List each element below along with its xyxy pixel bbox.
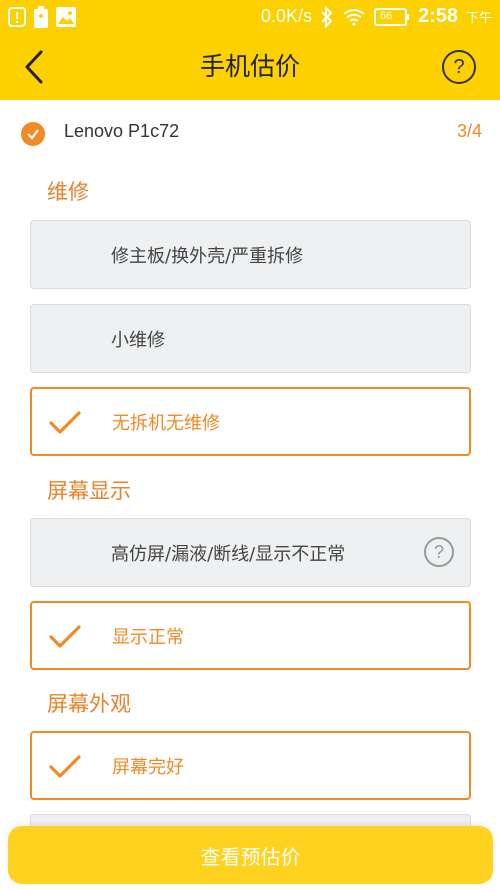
bluetooth-icon [320,5,334,28]
back-button[interactable] [16,47,52,87]
clock-ampm: 下午 [465,11,492,26]
option-label: 屏幕完好 [112,756,184,778]
check-circle-icon [21,122,45,146]
device-row: Lenovo P1c72 3/4 [0,100,500,166]
check-icon [49,411,81,434]
option-display-normal[interactable]: 显示正常 [30,601,471,670]
section-label-repair: 维修 [47,180,89,204]
check-icon [49,755,81,778]
question-icon: ? [453,55,465,78]
battery-charging-icon [34,5,48,28]
option-label: 小维修 [111,329,165,351]
battery-icon: 66 [373,7,410,26]
help-icon[interactable]: ? [424,537,454,567]
option-label: 无拆机无维修 [112,412,220,434]
option-no-repair[interactable]: 无拆机无维修 [30,387,471,456]
page-title: 手机估价 [199,52,300,81]
option-label: 显示正常 [112,626,184,648]
device-name: Lenovo P1c72 [64,121,180,141]
battery-level: 66 [379,9,393,22]
help-button[interactable]: ? [442,50,476,84]
check-icon [49,625,81,648]
option-major-repair[interactable]: 修主板/换外壳/严重拆修 [30,220,471,289]
status-bar: 0.0K/s 66 2:58 下午 [0,0,500,33]
option-screen-intact[interactable]: 屏幕完好 [30,731,471,800]
option-label: 修主板/换外壳/严重拆修 [111,245,304,267]
section-label-screen-appearance: 屏幕外观 [47,692,131,716]
view-estimate-button[interactable]: 查看预估价 [8,826,493,884]
section-label-screen-display: 屏幕显示 [47,479,131,503]
network-speed: 0.0K/s [260,6,312,26]
option-label: 高仿屏/漏液/断线/显示不正常 [111,543,346,565]
option-screen-faulty[interactable]: 高仿屏/漏液/断线/显示不正常 ? [30,518,471,587]
alert-notification-icon [8,6,26,27]
option-minor-repair[interactable]: 小维修 [30,304,471,373]
image-notification-icon [56,6,76,27]
app-header: 手机估价 ? [0,33,500,100]
clock: 2:58 [417,5,458,27]
step-indicator: 3/4 [456,121,482,141]
wifi-icon [342,8,366,26]
chevron-left-icon [25,50,43,84]
